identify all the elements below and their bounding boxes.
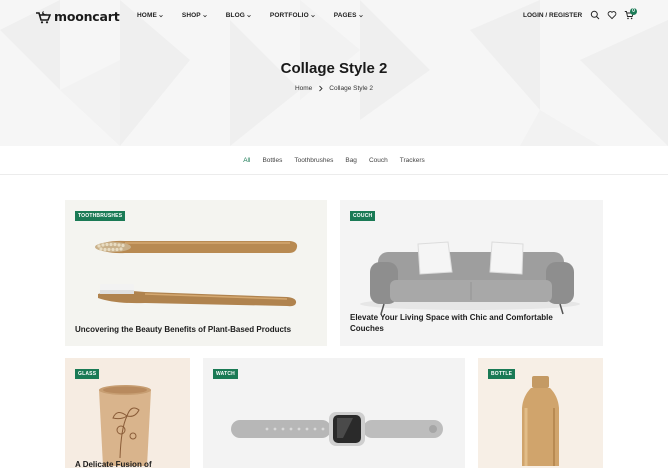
heart-icon[interactable] xyxy=(607,10,617,20)
post-title-line: Elevate Your Living Space with Chic and … xyxy=(350,313,553,322)
post-card-watch[interactable]: WATCH xyxy=(203,358,465,468)
brand-logo[interactable]: mooncart xyxy=(35,9,120,24)
post-title[interactable]: Uncovering the Beauty Benefits of Plant-… xyxy=(75,324,320,335)
main-menu: HOME SHOP BLOG PORTFOLIO PAGES xyxy=(137,12,382,19)
filter-bottles[interactable]: Bottles xyxy=(262,157,282,164)
login-register-link[interactable]: LOGIN / REGISTER xyxy=(523,12,582,19)
menu-item-pages[interactable]: PAGES xyxy=(334,12,363,19)
post-title-line: Couches xyxy=(350,324,384,333)
category-badge: GLASS xyxy=(75,369,100,379)
post-title[interactable]: Elevate Your Living Space with Chic and … xyxy=(350,312,595,334)
category-badge: TOOTHBRUSHES xyxy=(75,211,126,221)
filter-couch[interactable]: Couch xyxy=(369,157,388,164)
smart-band-image xyxy=(231,412,443,446)
search-icon[interactable] xyxy=(590,10,600,20)
post-card-bottle[interactable]: BOTTLE xyxy=(478,358,603,468)
menu-item-label: PAGES xyxy=(333,12,357,19)
page-title: Collage Style 2 xyxy=(280,60,388,77)
cart-count-badge: 0 xyxy=(630,8,637,15)
category-filter-bar: All Bottles Toothbrushes Bag Couch Track… xyxy=(0,146,668,175)
menu-item-blog[interactable]: BLOG xyxy=(226,12,251,19)
menu-item-portfolio[interactable]: PORTFOLIO xyxy=(270,12,315,19)
filter-bag[interactable]: Bag xyxy=(345,157,357,164)
top-navigation: mooncart HOME SHOP BLOG PORTFOLIO PAGES xyxy=(0,0,668,32)
category-badge: WATCH xyxy=(213,369,238,379)
breadcrumb-current: Collage Style 2 xyxy=(329,85,374,92)
category-badge: BOTTLE xyxy=(488,369,516,379)
filter-trackers[interactable]: Trackers xyxy=(400,157,425,164)
post-card-couch[interactable]: COUCH Elevate Your Living Space with Chi… xyxy=(340,200,603,346)
menu-item-label: SHOP xyxy=(181,12,201,19)
chevron-down-icon xyxy=(358,14,363,17)
chevron-down-icon xyxy=(202,14,207,17)
menu-item-home[interactable]: HOME xyxy=(137,12,163,19)
page-header: mooncart HOME SHOP BLOG PORTFOLIO PAGES xyxy=(0,0,668,146)
breadcrumb: Home Collage Style 2 xyxy=(0,85,668,92)
post-card-toothbrushes[interactable]: TOOTHBRUSHES Uncovering the Beauty Benef… xyxy=(65,200,327,346)
chevron-down-icon xyxy=(247,14,251,17)
menu-item-label: BLOG xyxy=(225,12,245,19)
filter-toothbrushes[interactable]: Toothbrushes xyxy=(294,157,333,164)
chevron-down-icon xyxy=(310,14,315,17)
filter-all[interactable]: All xyxy=(243,157,250,164)
post-title[interactable]: A Delicate Fusion of xyxy=(75,459,185,468)
brand-name: mooncart xyxy=(54,9,120,24)
menu-item-shop[interactable]: SHOP xyxy=(182,12,207,19)
menu-item-label: PORTFOLIO xyxy=(269,12,309,19)
chevron-down-icon xyxy=(159,14,163,17)
category-badge: COUCH xyxy=(350,211,376,221)
breadcrumb-home-link[interactable]: Home xyxy=(295,85,312,92)
mooncart-logo-icon xyxy=(36,10,51,23)
chevron-right-icon xyxy=(319,85,323,92)
menu-item-label: HOME xyxy=(137,12,157,19)
post-card-glass[interactable]: GLASS A Delicate Fusion of xyxy=(65,358,190,468)
